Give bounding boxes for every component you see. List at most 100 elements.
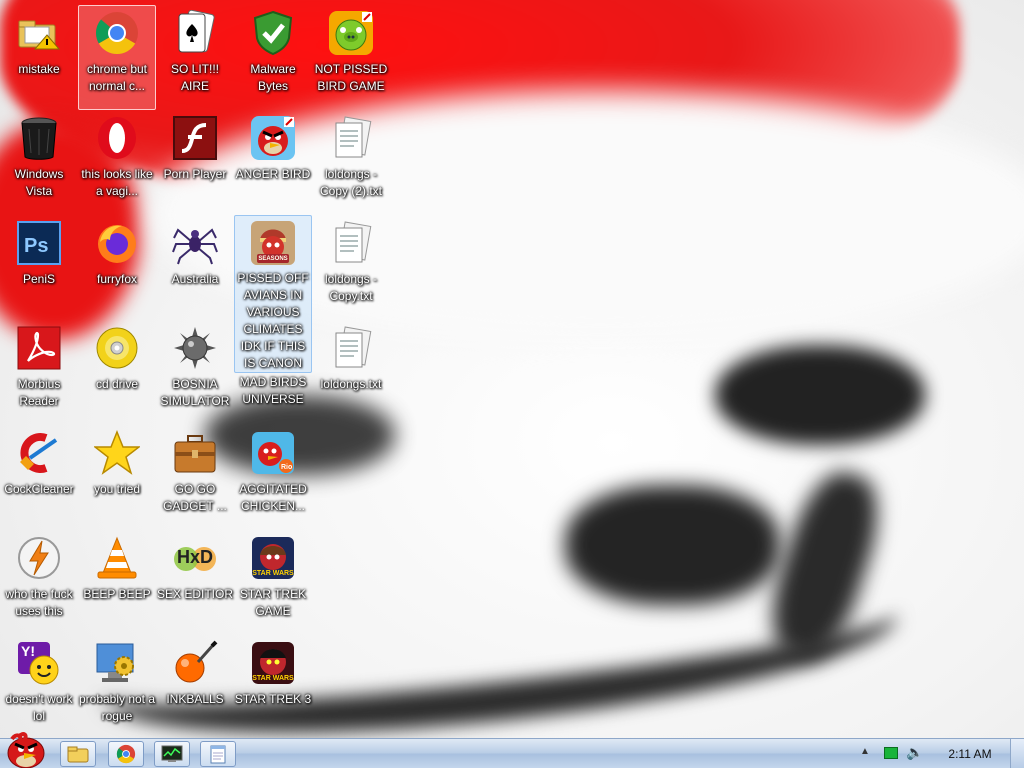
desktop-icon[interactable]: loldongs - Copy (2).txt (312, 110, 390, 215)
desktop-icon[interactable]: Rio AGGITATED CHICKEN... (234, 425, 312, 530)
angry-birds-star-wars-2-icon: STAR WARS (249, 639, 297, 687)
desktop-icon-highlighted[interactable]: SEASONS PISSED OFF AVIANS IN VARIOUS CLI… (234, 215, 312, 373)
star-wars-badge-text: STAR WARS (252, 570, 294, 577)
ccleaner-icon (15, 429, 63, 477)
desktop-icon[interactable]: loldongs.txt (312, 320, 390, 425)
vlc-cone-icon (93, 534, 141, 582)
angry-birds-star-wars-icon: STAR WARS (249, 534, 297, 582)
desktop-icon[interactable]: loldongs - Copy.txt (312, 215, 390, 320)
desktop-icon-label: Windows Vista (14, 167, 64, 198)
desktop-icon[interactable]: probably not a rogue (78, 635, 156, 740)
wallpaper-right-eye (715, 345, 925, 445)
network-icon[interactable] (884, 747, 898, 759)
desktop-icon-label: Malware Bytes (250, 62, 296, 93)
desktop-icon-label: MAD BIRDS UNIVERSE (239, 375, 307, 406)
desktop-icon-label: Porn Player (163, 167, 227, 181)
inkball-icon (171, 639, 219, 687)
desktop-icon[interactable]: STAR WARS STAR TREK 3 (234, 635, 312, 740)
desktop-icon-label: PISSED OFF AVIANS IN VARIOUS CLIMATES ID… (237, 271, 309, 370)
desktop-icon-label: ANGER BIRD (235, 167, 311, 181)
svg-text:Rio: Rio (281, 464, 292, 471)
desktop-icon[interactable]: GO GO GADGET ... (156, 425, 234, 530)
winamp-bolt-icon (15, 534, 63, 582)
taskbar-chrome-button[interactable] (108, 741, 144, 767)
desktop-icon-label: chrome but normal c... (86, 62, 148, 93)
desktop-icon-selected[interactable]: chrome but normal c... (78, 5, 156, 110)
desktop-icon[interactable]: cd drive (78, 320, 156, 425)
desktop-icon[interactable]: Y! doesn't work lol (0, 635, 78, 740)
desktop-icon-label: mistake (18, 62, 60, 76)
star-icon (93, 429, 141, 477)
desktop-icon-label: INKBALLS (166, 692, 224, 706)
start-button[interactable] (2, 731, 50, 768)
desktop-icon-label: STAR TREK GAME (239, 587, 307, 618)
yahoo-logo-text: Y! (21, 643, 35, 659)
desktop-icon[interactable]: NOT PISSED BIRD GAME (312, 5, 390, 110)
firefox-icon (93, 219, 141, 267)
angry-birds-rio-icon: Rio (249, 429, 297, 477)
desktop-icon[interactable]: Malware Bytes (234, 5, 312, 110)
hxd-icon: HxD (171, 534, 219, 582)
desktop-icon-label: SEX EDITIOR (156, 587, 233, 601)
taskbar-notepad-button[interactable] (200, 741, 236, 767)
taskbar-task-manager-button[interactable] (154, 741, 190, 767)
show-desktop-button[interactable] (1010, 739, 1024, 768)
desktop-icon[interactable]: Ps PeniS (0, 215, 78, 320)
mine-icon (171, 324, 219, 372)
photoshop-icon: Ps (15, 219, 63, 267)
text-file-icon (327, 324, 375, 372)
hxd-logo-text: HxD (177, 547, 214, 567)
chrome-icon (93, 9, 141, 57)
volume-icon[interactable]: 🔈 (906, 744, 923, 761)
angry-bird-start-icon (7, 732, 45, 768)
show-hidden-icons-button[interactable]: ▲ (860, 746, 870, 757)
desktop-icon-label: loldongs - Copy (2).txt (319, 167, 382, 198)
desktop-icon-label: loldongs - Copy.txt (324, 272, 378, 303)
shield-check-icon (249, 9, 297, 57)
desktop-icon-label: probably not a rogue (78, 692, 156, 723)
taskbar-clock[interactable]: 2:11 AM (935, 747, 1005, 761)
desktop-icon[interactable]: BOSNIA SIMULATOR (156, 320, 234, 425)
trash-bin-icon (15, 114, 63, 162)
desktop-icon[interactable]: INKBALLS (156, 635, 234, 740)
desktop-icon-label: cd drive (95, 377, 139, 391)
desktop-icon[interactable]: Morbius Reader (0, 320, 78, 425)
desktop-icon[interactable]: HxD SEX EDITIOR (156, 530, 234, 635)
cd-drive-icon (93, 324, 141, 372)
desktop-icon[interactable]: ANGER BIRD (234, 110, 312, 215)
desktop-icon[interactable]: Windows Vista (0, 110, 78, 215)
text-file-icon (327, 114, 375, 162)
svg-text:Ps: Ps (24, 235, 48, 257)
star-wars-badge-text: STAR WARS (252, 675, 294, 682)
seasons-badge-text: SEASONS (258, 256, 288, 262)
opera-icon (93, 114, 141, 162)
taskbar: ▲ 🔈 2:11 AM (0, 732, 1024, 768)
desktop-icon-label: this looks like a vagi... (81, 167, 153, 198)
desktop-icon[interactable]: who the fuck uses this (0, 530, 78, 635)
desktop-icon[interactable]: SO LIT!!! AIRE (156, 5, 234, 110)
taskbar-explorer-button[interactable] (60, 741, 96, 767)
desktop-icon[interactable]: MAD BIRDS UNIVERSE (234, 370, 312, 410)
desktop-icon-label: AGGITATED CHICKEN... (239, 482, 307, 513)
text-file-icon (327, 219, 375, 267)
briefcase-icon (171, 429, 219, 477)
solitaire-icon (171, 9, 219, 57)
desktop-icon-label: BEEP BEEP (83, 587, 151, 601)
desktop-icon[interactable]: furryfox (78, 215, 156, 320)
desktop-icon-label: doesn't work lol (5, 692, 73, 723)
desktop-icon[interactable]: STAR WARS STAR TREK GAME (234, 530, 312, 635)
spider-icon (171, 219, 219, 267)
monitor-gears-icon (93, 639, 141, 687)
desktop-icon-label: STAR TREK 3 (234, 692, 312, 706)
desktop-icon[interactable]: you tried (78, 425, 156, 530)
chrome-icon (116, 744, 136, 764)
desktop-icon[interactable]: mistake (0, 5, 78, 110)
desktop-icon[interactable]: Australia (156, 215, 234, 320)
green-pig-icon (327, 9, 375, 57)
folder-warning-icon (15, 9, 63, 57)
desktop-icon[interactable]: Porn Player (156, 110, 234, 215)
desktop-icon[interactable]: CockCleaner (0, 425, 78, 530)
desktop-icon[interactable]: this looks like a vagi... (78, 110, 156, 215)
desktop-icon[interactable]: BEEP BEEP (78, 530, 156, 635)
desktop-icon-label: NOT PISSED BIRD GAME (314, 62, 388, 93)
